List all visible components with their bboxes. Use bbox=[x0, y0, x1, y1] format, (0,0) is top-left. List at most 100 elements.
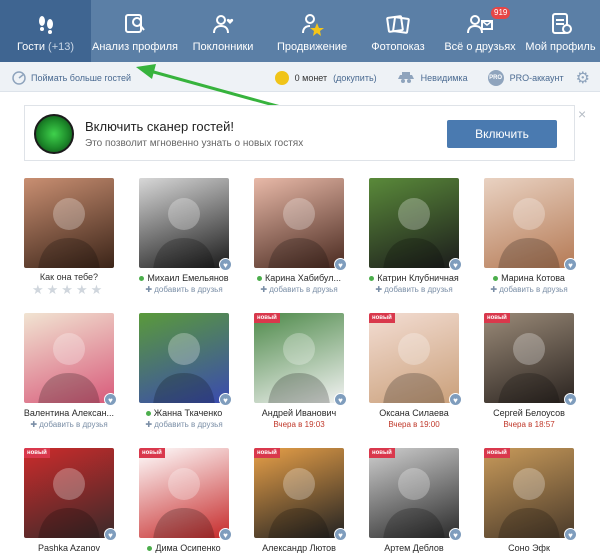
add-friend-label: добавить в друзья bbox=[384, 285, 453, 294]
guest-card[interactable]: новый ♥ Соно Эфк bbox=[484, 448, 594, 555]
guest-card[interactable]: новый ♥ Александр Лютов bbox=[254, 448, 364, 555]
like-heart-icon[interactable]: ♥ bbox=[564, 393, 577, 406]
rating-stars[interactable]: ★★★★★ bbox=[32, 282, 105, 298]
guest-card[interactable]: ♥ Катрин Клубничная ✚ добавить в друзья bbox=[369, 178, 479, 306]
guest-photo[interactable]: новый bbox=[369, 448, 459, 538]
guest-card[interactable]: ♥ Михаил Емельянов ✚ добавить в друзья bbox=[139, 178, 249, 306]
add-friend-link[interactable]: ✚ добавить в друзья bbox=[129, 420, 239, 429]
nav-tab-my-profile-label: Мой профиль bbox=[525, 41, 596, 53]
visit-time: Вчера в 19:03 bbox=[273, 420, 325, 429]
guest-photo[interactable]: новый bbox=[484, 448, 574, 538]
guest-card[interactable]: новый ♥ Pashka Azanov bbox=[24, 448, 134, 555]
enable-scanner-button[interactable]: Включить bbox=[447, 120, 557, 148]
banner-subtitle: Это позволит мгновенно узнать о новых го… bbox=[85, 138, 304, 149]
like-heart-icon[interactable]: ♥ bbox=[219, 393, 232, 406]
guest-name[interactable]: Артем Деблов bbox=[359, 543, 469, 553]
guest-photo[interactable] bbox=[369, 178, 459, 268]
guest-name[interactable]: Pashka Azanov bbox=[14, 543, 124, 553]
nav-tab-friends[interactable]: Всё о друзьях 919 bbox=[439, 0, 521, 62]
guest-name[interactable]: Дима Осипенко bbox=[129, 543, 239, 553]
like-heart-icon[interactable]: ♥ bbox=[219, 258, 232, 271]
like-heart-icon[interactable]: ♥ bbox=[334, 258, 347, 271]
person-silhouette-icon bbox=[383, 468, 445, 538]
scanner-banner: Включить сканер гостей! Это позволит мгн… bbox=[24, 105, 575, 161]
guest-card[interactable]: новый ♥ Сергей Белоусов Вчера в 18:57 bbox=[484, 313, 594, 441]
add-friend-link[interactable]: ✚ добавить в друзья bbox=[474, 285, 584, 294]
add-friend-icon: ✚ bbox=[145, 285, 155, 294]
guest-photo[interactable]: новый bbox=[254, 448, 344, 538]
like-heart-icon[interactable]: ♥ bbox=[449, 258, 462, 271]
add-friend-link[interactable]: ✚ добавить в друзья bbox=[129, 285, 239, 294]
nav-tab-guests-label: Гости bbox=[16, 41, 45, 53]
guest-name-text: Жанна Ткаченко bbox=[153, 408, 223, 418]
gear-icon[interactable]: ⚙ bbox=[576, 68, 590, 88]
invisible-icon bbox=[397, 71, 415, 85]
guests-count: (+13) bbox=[48, 41, 75, 53]
guest-name[interactable]: Михаил Емельянов bbox=[129, 273, 239, 283]
like-heart-icon[interactable]: ♥ bbox=[334, 393, 347, 406]
add-friend-link[interactable]: ✚ добавить в друзья bbox=[359, 285, 469, 294]
online-status-icon bbox=[369, 276, 375, 282]
visit-time: Вчера в 19:00 bbox=[388, 420, 440, 429]
guest-name[interactable]: Валентина Алексан... bbox=[14, 408, 124, 418]
add-friend-link[interactable]: ✚ добавить в друзья bbox=[14, 420, 124, 429]
nav-tab-promotion[interactable]: Продвижение bbox=[267, 0, 357, 62]
guest-photo[interactable] bbox=[24, 313, 114, 403]
guest-card[interactable]: новый ♥ Оксана Силаева Вчера в 19:00 bbox=[369, 313, 479, 441]
nav-tab-profile-analysis[interactable]: Анализ профиля bbox=[91, 0, 179, 62]
guest-name-text: Александр Лютов bbox=[262, 543, 336, 553]
guest-name[interactable]: Оксана Силаева bbox=[359, 408, 469, 418]
add-friend-icon: ✚ bbox=[375, 285, 385, 294]
guest-name[interactable]: Марина Котова bbox=[474, 273, 584, 283]
guest-name[interactable]: Александр Лютов bbox=[244, 543, 354, 553]
guest-photo[interactable]: новый bbox=[254, 313, 344, 403]
guest-name[interactable]: Жанна Ткаченко bbox=[129, 408, 239, 418]
add-friend-link[interactable]: ✚ добавить в друзья bbox=[244, 285, 354, 294]
guest-card[interactable]: ♥ Валентина Алексан... ✚ добавить в друзья bbox=[24, 313, 134, 441]
friends-badge: 919 bbox=[491, 7, 511, 19]
invisible-mode-link[interactable]: Невидимка bbox=[421, 73, 468, 83]
guest-card[interactable]: ♥ Карина Хабибул... ✚ добавить в друзья bbox=[254, 178, 364, 306]
guest-name[interactable]: Карина Хабибул... bbox=[244, 273, 354, 283]
guest-name[interactable]: Соно Эфк bbox=[474, 543, 584, 553]
like-heart-icon[interactable]: ♥ bbox=[564, 258, 577, 271]
guest-photo[interactable]: новый bbox=[484, 313, 574, 403]
like-heart-icon[interactable]: ♥ bbox=[219, 528, 232, 541]
guest-card[interactable]: Как она тебе? ★★★★★ bbox=[24, 178, 134, 306]
nav-tab-guests[interactable]: Гости (+13) bbox=[0, 0, 91, 62]
like-heart-icon[interactable]: ♥ bbox=[564, 528, 577, 541]
guest-name-text: Валентина Алексан... bbox=[23, 408, 115, 418]
close-icon[interactable]: × bbox=[578, 106, 586, 122]
like-heart-icon[interactable]: ♥ bbox=[334, 528, 347, 541]
guest-photo[interactable] bbox=[139, 313, 229, 403]
guest-name[interactable]: Катрин Клубничная bbox=[359, 273, 469, 283]
buy-coins-link[interactable]: (докупить) bbox=[333, 73, 377, 83]
guest-photo[interactable] bbox=[139, 178, 229, 268]
guest-name[interactable]: Андрей Иванович bbox=[244, 408, 354, 418]
like-heart-icon[interactable]: ♥ bbox=[104, 393, 117, 406]
online-status-icon bbox=[139, 276, 145, 282]
person-silhouette-icon bbox=[498, 468, 560, 538]
guest-photo[interactable]: новый bbox=[139, 448, 229, 538]
nav-tab-fans[interactable]: Поклонники bbox=[179, 0, 267, 62]
pro-account-link[interactable]: PRO-аккаунт bbox=[510, 73, 564, 83]
guest-card[interactable]: ♥ Жанна Ткаченко ✚ добавить в друзья bbox=[139, 313, 249, 441]
guest-name-text: Катрин Клубничная bbox=[377, 273, 459, 283]
like-heart-icon[interactable]: ♥ bbox=[449, 528, 462, 541]
nav-tab-photoshow[interactable]: Фотопоказ bbox=[357, 0, 439, 62]
guest-photo[interactable]: новый bbox=[24, 448, 114, 538]
guest-card[interactable]: ♥ Марина Котова ✚ добавить в друзья bbox=[484, 178, 594, 306]
person-silhouette-icon bbox=[153, 333, 215, 403]
guest-card[interactable]: новый ♥ Дима Осипенко bbox=[139, 448, 249, 555]
guest-card[interactable]: новый ♥ Андрей Иванович Вчера в 19:03 bbox=[254, 313, 364, 441]
guest-card[interactable]: новый ♥ Артем Деблов bbox=[369, 448, 479, 555]
nav-tab-my-profile[interactable]: Мой профиль bbox=[521, 0, 600, 62]
guest-photo[interactable] bbox=[24, 178, 114, 268]
guest-name[interactable]: Сергей Белоусов bbox=[474, 408, 584, 418]
like-heart-icon[interactable]: ♥ bbox=[104, 528, 117, 541]
guest-photo[interactable] bbox=[484, 178, 574, 268]
guest-photo[interactable] bbox=[254, 178, 344, 268]
guest-photo[interactable]: новый bbox=[369, 313, 459, 403]
like-heart-icon[interactable]: ♥ bbox=[449, 393, 462, 406]
catch-more-guests-link[interactable]: Поймать больше гостей bbox=[12, 71, 131, 85]
